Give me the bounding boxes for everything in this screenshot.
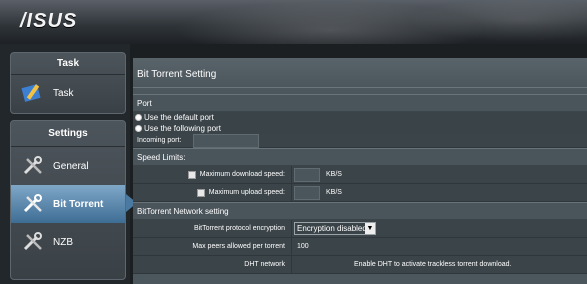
- sidebar-item-label: NZB: [53, 236, 73, 248]
- radio-icon: [135, 114, 142, 121]
- sidebar-item-bit-torrent[interactable]: Bit Torrent: [11, 185, 137, 223]
- encryption-select[interactable]: Encryption disabled ▼: [294, 222, 376, 235]
- speed-section-heading: Speed Limits:: [133, 148, 587, 166]
- max-peers-row: Max peers allowed per torrent 100: [133, 238, 587, 256]
- network-section-heading: BitTorrent Network setting: [133, 202, 587, 220]
- asus-logo: /ISUS: [20, 10, 78, 32]
- encryption-selected-value: Encryption disabled: [297, 224, 367, 233]
- download-speed-value-cell: KB/S: [291, 166, 587, 183]
- task-panel: Task Task: [10, 52, 126, 114]
- max-peers-input[interactable]: 100: [294, 239, 348, 254]
- sidebar-item-nzb[interactable]: NZB: [11, 223, 125, 261]
- upload-speed-unit: KB/S: [326, 189, 342, 196]
- encryption-label: BitTorrent protocol encryption: [193, 225, 285, 232]
- max-peers-label: Max peers allowed per torrent: [192, 243, 285, 250]
- sidebar: Task Task Settings General Bit Torrent N…: [0, 44, 137, 284]
- banner-swoosh: [0, 0, 587, 44]
- dht-network-value-cell: Enable DHT to activate trackless torrent…: [291, 256, 587, 273]
- task-panel-title: Task: [11, 53, 125, 75]
- dht-network-note: Enable DHT to activate trackless torrent…: [354, 261, 512, 268]
- download-speed-row: Maximum download speed: KB/S: [133, 166, 587, 184]
- wrench-screwdriver-icon: [21, 155, 47, 177]
- top-banner: /ISUS: [0, 0, 587, 44]
- default-port-radio[interactable]: Use the default port: [133, 112, 587, 123]
- settings-panel: Settings General Bit Torrent NZB: [10, 120, 137, 280]
- radio-icon: [135, 125, 142, 132]
- upload-speed-label-cell: Maximum upload speed:: [133, 188, 291, 197]
- dht-network-label: DHT network: [244, 261, 285, 268]
- incoming-port-input[interactable]: [193, 133, 259, 148]
- upload-speed-checkbox[interactable]: [196, 188, 205, 197]
- chevron-down-icon: ▼: [365, 223, 375, 234]
- custom-port-label: Use the following port: [144, 124, 221, 133]
- settings-panel-title: Settings: [11, 121, 125, 147]
- incoming-port-row: Incoming port:: [133, 133, 587, 148]
- wrench-screwdriver-icon: [21, 231, 47, 253]
- download-speed-unit: KB/S: [326, 171, 342, 178]
- upload-speed-input[interactable]: [294, 185, 320, 200]
- download-speed-input[interactable]: [294, 167, 320, 182]
- sidebar-item-task[interactable]: Task: [11, 75, 125, 111]
- task-pencil-icon: [21, 82, 47, 104]
- encryption-value-cell: Encryption disabled ▼: [291, 220, 587, 237]
- incoming-port-label: Incoming port:: [137, 137, 182, 144]
- download-speed-label-cell: Maximum download speed:: [133, 170, 291, 179]
- upload-speed-row: Maximum upload speed: KB/S: [133, 184, 587, 202]
- wrench-screwdriver-icon: [21, 193, 47, 215]
- bit-torrent-settings-panel: Bit Torrent Setting Port Use the default…: [133, 58, 587, 284]
- sidebar-item-label: Task: [53, 87, 74, 99]
- sidebar-item-label: General: [53, 160, 89, 172]
- port-section-heading: Port: [133, 94, 587, 112]
- max-peers-value-cell: 100: [291, 238, 587, 255]
- custom-port-radio[interactable]: Use the following port: [133, 123, 587, 134]
- download-speed-label: Maximum download speed:: [199, 171, 285, 178]
- upload-speed-label: Maximum upload speed:: [208, 189, 285, 196]
- dht-network-row: DHT network Enable DHT to activate track…: [133, 256, 587, 274]
- download-speed-checkbox[interactable]: [187, 170, 196, 179]
- default-port-label: Use the default port: [144, 113, 214, 122]
- encryption-row: BitTorrent protocol encryption Encryptio…: [133, 220, 587, 238]
- page-title: Bit Torrent Setting: [133, 58, 587, 88]
- sidebar-item-label: Bit Torrent: [53, 198, 104, 210]
- upload-speed-value-cell: KB/S: [291, 184, 587, 201]
- sidebar-item-general[interactable]: General: [11, 147, 125, 185]
